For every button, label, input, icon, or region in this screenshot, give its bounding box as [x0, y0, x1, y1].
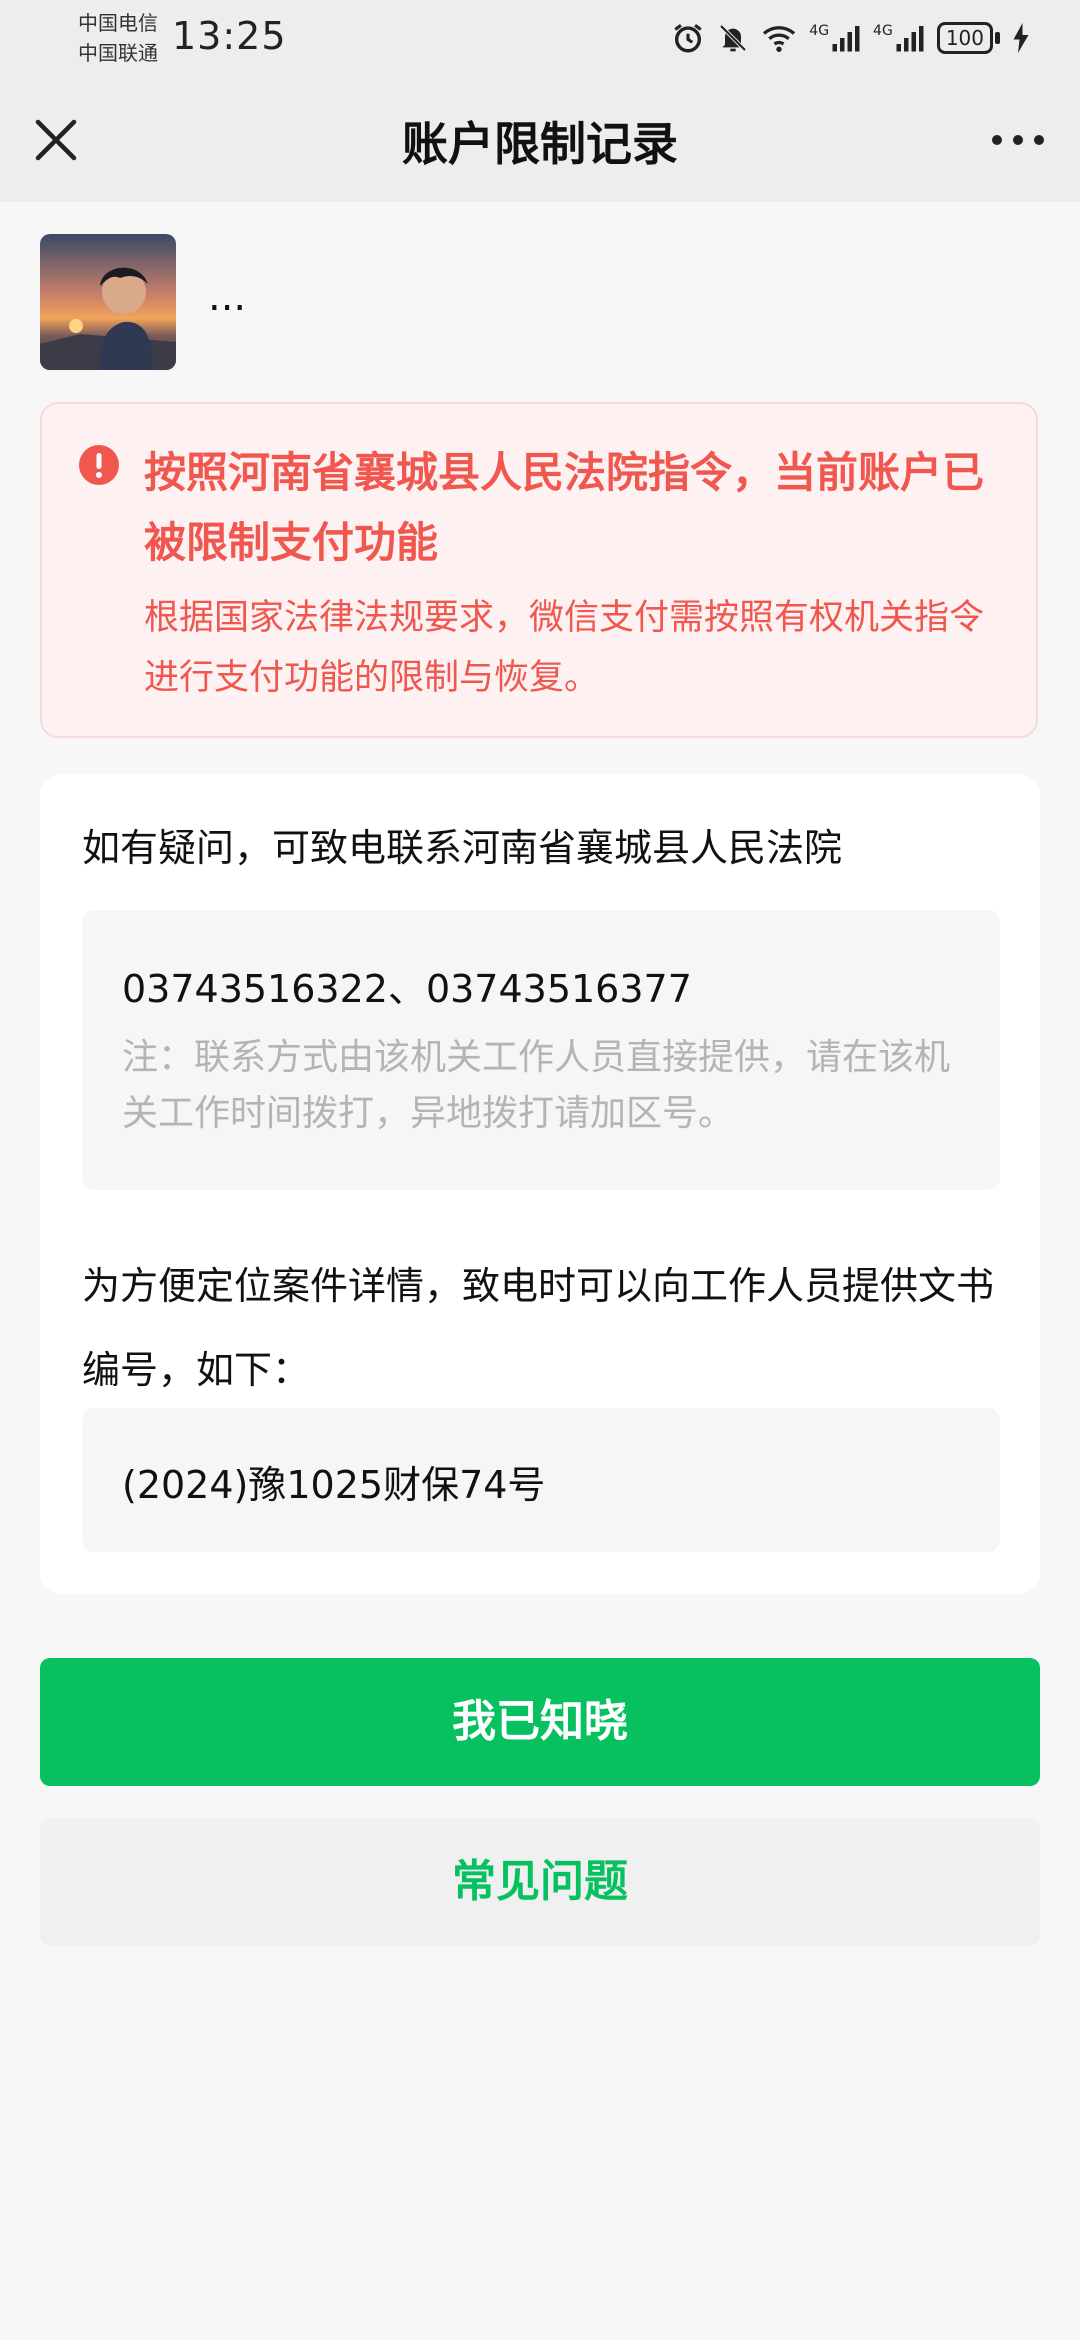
restriction-alert: 按照河南省襄城县人民法院指令，当前账户已被限制支付功能 根据国家法律法规要求，微… — [40, 402, 1038, 738]
more-dot — [1034, 135, 1044, 145]
user-row: ... — [40, 234, 1040, 370]
contact-intro: 如有疑问，可致电联系河南省襄城县人民法院 — [82, 826, 843, 870]
close-icon[interactable] — [28, 112, 84, 168]
alarm-icon — [674, 24, 702, 53]
wifi-icon — [763, 26, 796, 52]
signal-icon — [896, 26, 924, 52]
battery-level: 100 — [936, 22, 993, 54]
more-dot — [992, 135, 1002, 145]
battery-indicator: 100 — [936, 22, 1000, 54]
status-time: 13:25 — [172, 14, 287, 58]
page-title: 账户限制记录 — [402, 117, 678, 171]
battery-tip — [995, 32, 1000, 44]
more-dot — [1013, 135, 1023, 145]
navigation-bar: 账户限制记录 — [0, 78, 1080, 202]
carrier-2: 中国联通 — [78, 41, 158, 65]
phone-box: 03743516322、03743516377 注：联系方式由该机关工作人员直接… — [82, 910, 1000, 1190]
phone-numbers[interactable]: 03743516322、03743516377 — [122, 958, 692, 1013]
carrier-1: 中国电信 — [78, 11, 158, 35]
phone-note: 注：联系方式由该机关工作人员直接提供，请在该机关工作时间拨打，异地拨打请加区号。 — [122, 1037, 951, 1134]
status-bar: 中国电信 中国联通 13:25 4G 4G 100 — [0, 0, 1080, 78]
more-icon[interactable] — [982, 112, 1054, 168]
alert-title: 按照河南省襄城县人民法院指令，当前账户已被限制支付功能 — [144, 448, 985, 567]
contact-card: 如有疑问，可致电联系河南省襄城县人民法院 03743516322、0374351… — [40, 774, 1040, 1594]
faq-button[interactable]: 常见问题 — [40, 1818, 1040, 1946]
network-type-2: 4G — [873, 23, 893, 39]
document-box: (2024)豫1025财保74号 — [82, 1408, 1000, 1552]
alert-body: 根据国家法律法规要求，微信支付需按照有权机关指令进行支付功能的限制与恢复。 — [144, 598, 985, 698]
warning-icon — [79, 445, 119, 485]
avatar[interactable] — [40, 234, 176, 370]
carrier-labels: 中国电信 中国联通 — [78, 8, 170, 68]
charging-icon — [1013, 23, 1029, 53]
status-icons: 4G 4G 100 — [671, 16, 1030, 60]
document-number[interactable]: (2024)豫1025财保74号 — [122, 1454, 545, 1509]
mute-bell-icon — [719, 24, 747, 52]
username: ... — [208, 274, 247, 320]
document-intro: 为方便定位案件详情，致电时可以向工作人员提供文书编号，如下： — [82, 1264, 995, 1392]
acknowledge-button[interactable]: 我已知晓 — [40, 1658, 1040, 1786]
signal-icon — [832, 26, 860, 52]
network-type-1: 4G — [809, 23, 830, 39]
